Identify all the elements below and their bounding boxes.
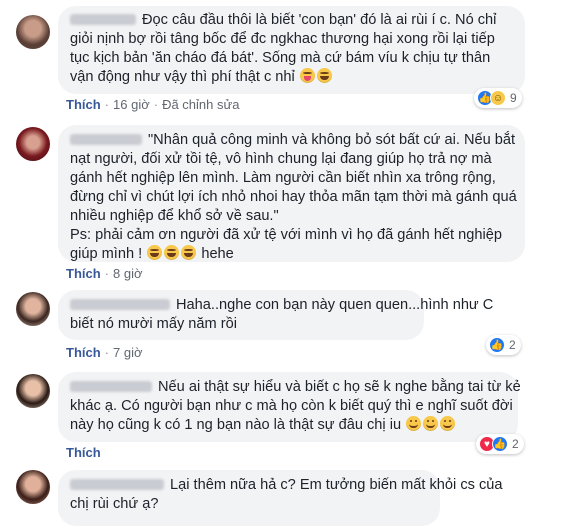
reaction-summary[interactable]: ♥ 👍 2 bbox=[476, 434, 524, 454]
comment-text-line: Haha..nghe con bạn này quen quen...hình … bbox=[176, 297, 494, 313]
comment-bubble: Nếu ai thật sự hiểu và biết c họ sẽ k ng… bbox=[58, 372, 521, 442]
like-reaction-icon: 👍 bbox=[489, 337, 505, 353]
laughing-emoji-icon bbox=[316, 68, 332, 83]
comment-bubble: Haha..nghe con bạn này quen quen...hình … bbox=[58, 290, 493, 340]
author-name-blurred[interactable] bbox=[70, 134, 142, 145]
comment-text-line: Đọc câu đầu thôi là biết 'con bạn' đó là… bbox=[142, 12, 497, 28]
edited-label[interactable]: Đã chỉnh sửa bbox=[162, 97, 239, 112]
comment-bubble: Đọc câu đầu thôi là biết 'con bạn' đó là… bbox=[58, 6, 525, 94]
comment-text-line: nhiều nghiệp để khổ sở về sau." bbox=[70, 208, 279, 224]
reaction-count: 9 bbox=[510, 91, 517, 105]
comment-text-line: Nếu ai thật sự hiểu và biết c họ sẽ k ng… bbox=[158, 379, 521, 395]
comment-text-line: "Nhân quả công minh và không bỏ sót bất … bbox=[148, 132, 516, 148]
comment-text-line: khác ạ. Có người bạn như c mà họ còn k b… bbox=[70, 398, 513, 414]
like-link[interactable]: Thích bbox=[66, 266, 101, 281]
comment-meta: Thích · 8 giờ bbox=[66, 266, 143, 281]
comment-meta: Thích bbox=[66, 445, 101, 461]
author-name-blurred[interactable] bbox=[70, 479, 164, 490]
laughing-emoji-icon bbox=[147, 245, 163, 260]
comment-meta: Thích · 7 giờ bbox=[66, 345, 143, 360]
like-link[interactable]: Thích bbox=[66, 345, 101, 360]
comment-meta: Thích · 16 giờ · Đã chỉnh sửa bbox=[66, 97, 240, 112]
laughing-emoji-icon bbox=[164, 245, 180, 260]
avatar[interactable] bbox=[16, 15, 50, 49]
avatar[interactable] bbox=[16, 374, 50, 408]
smile-emoji-icon bbox=[440, 416, 456, 431]
reaction-summary[interactable]: 👍 ☺ 9 bbox=[474, 88, 522, 108]
reaction-count: 2 bbox=[512, 437, 519, 451]
timestamp[interactable]: 8 giờ bbox=[113, 266, 143, 281]
smile-emoji-icon bbox=[423, 416, 439, 431]
comment-feed: Đọc câu đầu thôi là biết 'con bạn' đó là… bbox=[0, 0, 567, 526]
laughing-emoji-icon bbox=[181, 245, 197, 260]
like-reaction-icon: 👍 bbox=[492, 436, 508, 452]
comment-text-line: Lại thêm nữa hả c? Em tưởng biến mất khỏ… bbox=[170, 477, 503, 493]
comment-text-line: giỏi nịnh bợ rồi tâng bốc để đc ngkhac t… bbox=[70, 31, 495, 47]
comment-text-line: nạt người, đối xử tồi tệ, vô hình chung … bbox=[70, 151, 492, 167]
author-name-blurred[interactable] bbox=[70, 381, 152, 392]
comment-text-line: đừng chỉ vì chút lợi ích nhỏ nhoi hay th… bbox=[70, 189, 517, 205]
avatar[interactable] bbox=[16, 470, 50, 504]
reaction-count: 2 bbox=[509, 338, 516, 352]
author-name-blurred[interactable] bbox=[70, 299, 170, 310]
comment-bubble: "Nhân quả công minh và không bỏ sót bất … bbox=[58, 125, 525, 262]
timestamp[interactable]: 16 giờ bbox=[113, 97, 150, 112]
avatar[interactable] bbox=[16, 127, 50, 161]
author-name-blurred[interactable] bbox=[70, 14, 136, 25]
timestamp[interactable]: 7 giờ bbox=[113, 345, 143, 360]
comment-bubble: Lại thêm nữa hả c? Em tưởng biến mất khỏ… bbox=[58, 470, 503, 526]
comment-text-line: gánh hết nghiệp lên mình. Làm người cần … bbox=[70, 170, 496, 186]
comment-text-line: hehe bbox=[201, 246, 234, 262]
comment-text-line: biết nó mười mấy năm rồi bbox=[70, 316, 237, 332]
like-link[interactable]: Thích bbox=[66, 97, 101, 112]
avatar[interactable] bbox=[16, 292, 50, 326]
comment-text-line: giúp mình ! bbox=[70, 246, 143, 262]
comment-text-line: tục kịch bản 'ăn cháo đá bát'. Sống mà c… bbox=[70, 50, 491, 66]
like-link[interactable]: Thích bbox=[66, 445, 101, 460]
comment-text-line: Ps: phải cảm ơn người đã xử tệ với mình … bbox=[70, 227, 502, 243]
smile-emoji-icon bbox=[406, 416, 422, 431]
tongue-emoji-icon bbox=[299, 68, 315, 83]
comment-text-line: này họ cũng k có 1 ng bạn nào là thật sự… bbox=[70, 417, 402, 433]
comment-text-line: vận động như vậy thì phí thật c nhỉ bbox=[70, 69, 295, 85]
haha-reaction-icon: ☺ bbox=[490, 90, 506, 106]
comment-text-line: chị rùi chứ ạ? bbox=[70, 496, 159, 512]
reaction-summary[interactable]: 👍 2 bbox=[486, 335, 521, 355]
